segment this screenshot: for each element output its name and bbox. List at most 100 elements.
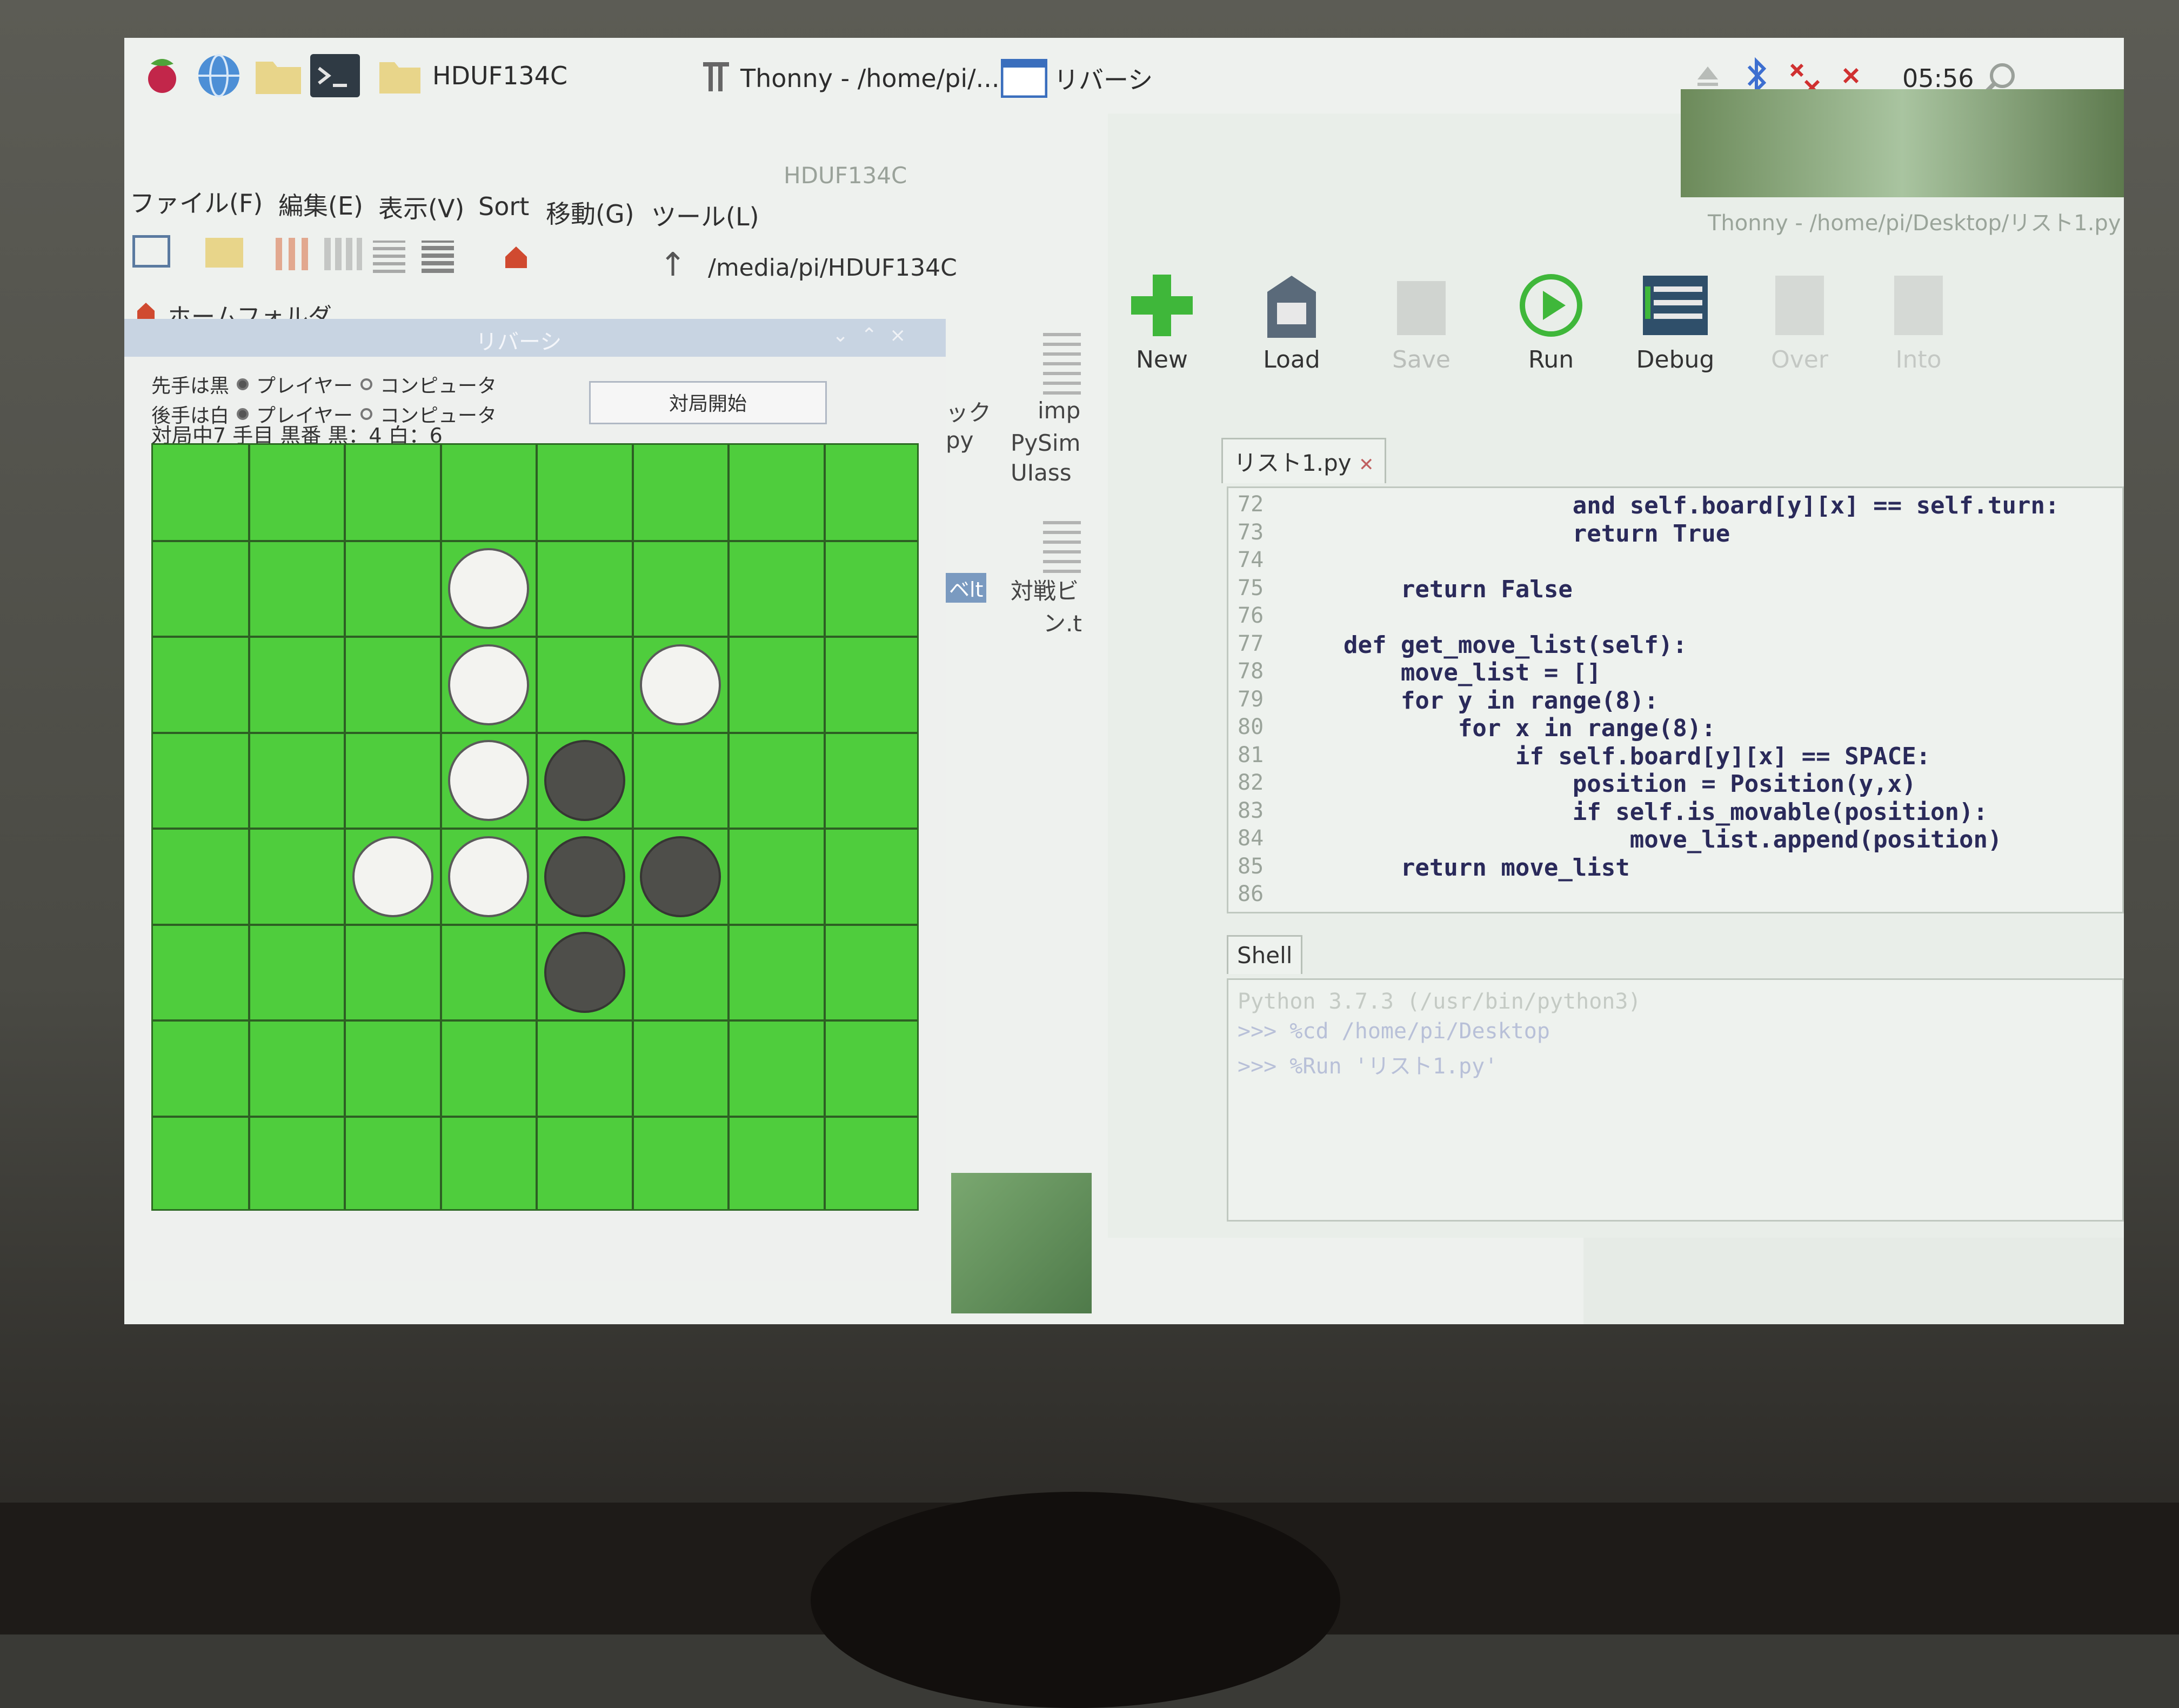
browser-globe-icon[interactable] xyxy=(195,51,243,100)
step-into-button[interactable]: Into xyxy=(1864,270,1973,373)
taskbar-reversi-window[interactable]: リバーシ xyxy=(1054,59,1153,97)
debug-button[interactable]: Debug xyxy=(1621,270,1729,373)
menu-go[interactable]: 移動(G) xyxy=(546,195,634,230)
code-line[interactable]: return move_list xyxy=(1286,854,1630,882)
view-icons-icon[interactable] xyxy=(276,238,313,270)
save-button[interactable]: Save xyxy=(1367,270,1475,373)
load-button[interactable]: Load xyxy=(1238,270,1346,373)
taskbar-folder-window[interactable]: HDUF134C xyxy=(432,57,567,95)
code-line[interactable]: position = Position(y,x) xyxy=(1286,770,1916,798)
file-manager-title: HDUF134C xyxy=(784,162,907,189)
thonny-window-icon xyxy=(697,54,735,97)
white-stone xyxy=(640,644,721,725)
save-icon xyxy=(1397,281,1446,335)
menu-tools[interactable]: ツール(L) xyxy=(651,197,759,233)
path-bar[interactable]: /media/pi/HDUF134C xyxy=(708,254,957,282)
home-icon[interactable] xyxy=(503,243,530,270)
code-line[interactable]: and self.board[y][x] == self.turn: xyxy=(1286,492,2060,519)
text-file-icon[interactable] xyxy=(1043,519,1081,573)
sidebar-home-icon xyxy=(135,300,157,322)
new-button[interactable]: New xyxy=(1108,270,1216,373)
thonny-title: Thonny - /home/pi/Desktop/リスト1.py xyxy=(1708,211,2121,236)
reversi-window-controls: ⌄ ⌃ × xyxy=(832,324,906,346)
menu-sort[interactable]: Sort xyxy=(478,192,529,221)
second-computer-radio[interactable] xyxy=(360,408,372,420)
second-player-radio[interactable] xyxy=(237,408,249,420)
shell-line: >>> %cd /home/pi/Desktop xyxy=(1238,1019,1550,1044)
code-line[interactable]: for x in range(8): xyxy=(1286,715,1716,742)
reversi-window-icon xyxy=(1000,57,1048,100)
menu-view[interactable]: 表示(V) xyxy=(378,189,464,225)
editor-tab[interactable]: リスト1.py ✕ xyxy=(1221,438,1387,483)
shell-panel[interactable] xyxy=(1227,978,2124,1222)
first-player-row: 先手は黒 プレイヤー コンピュータ xyxy=(151,370,497,398)
start-game-button[interactable]: 対局開始 xyxy=(589,381,827,424)
raspberry-menu-icon[interactable] xyxy=(141,54,184,97)
line-number: 74 xyxy=(1238,548,1264,572)
folder-open-icon xyxy=(1267,276,1316,338)
up-arrow-icon[interactable]: ↑ xyxy=(659,246,686,284)
wallpaper-corner xyxy=(1681,89,2124,197)
code-line[interactable]: if self.is_movable(position): xyxy=(1286,798,1988,826)
projected-screen: HDUF134C Thonny - /home/pi/... リバーシ 05:5… xyxy=(124,38,2124,1324)
file-label[interactable]: 対戦ビ xyxy=(1011,573,1079,606)
shell-tab[interactable]: Shell xyxy=(1227,935,1303,974)
menu-edit[interactable]: 編集(E) xyxy=(278,186,363,222)
code-line[interactable]: return False xyxy=(1286,576,1573,603)
file-label[interactable]: imp xyxy=(1038,397,1080,424)
eject-icon[interactable] xyxy=(1692,59,1724,92)
first-player-radio[interactable] xyxy=(237,378,249,390)
line-number: 78 xyxy=(1238,659,1264,684)
black-stone xyxy=(544,740,625,822)
grid-line xyxy=(439,445,442,1209)
text-file-icon[interactable] xyxy=(1043,330,1081,395)
line-number: 77 xyxy=(1238,631,1264,656)
file-label[interactable]: py xyxy=(946,427,974,453)
grid-line xyxy=(153,731,917,734)
step-over-button[interactable]: Over xyxy=(1746,270,1854,373)
new-window-icon[interactable] xyxy=(132,235,170,268)
code-line[interactable]: if self.board[y][x] == SPACE: xyxy=(1286,743,1930,770)
black-stone xyxy=(544,836,625,917)
minimize-icon[interactable]: ⌄ xyxy=(832,324,848,346)
first-computer-radio[interactable] xyxy=(360,378,372,390)
code-line[interactable]: move_list.append(position) xyxy=(1286,826,2002,853)
view-compact-icon[interactable] xyxy=(373,241,405,273)
tab-close-icon[interactable]: ✕ xyxy=(1359,454,1374,476)
code-line[interactable]: move_list = [] xyxy=(1286,659,1601,686)
code-line[interactable]: def get_move_list(self): xyxy=(1286,631,1687,659)
thonny-window: Thonny - /home/pi/Desktop/リスト1.py New Lo… xyxy=(1108,89,2124,1238)
terminal-icon[interactable] xyxy=(308,51,362,100)
grid-line xyxy=(823,445,826,1209)
first-player-label: 先手は黒 xyxy=(151,375,230,397)
grid-line xyxy=(248,445,250,1209)
close-icon[interactable]: × xyxy=(890,324,906,346)
shell-line: >>> %Run 'リスト1.py' xyxy=(1238,1054,1498,1079)
view-list-icon[interactable] xyxy=(422,241,454,273)
line-number: 85 xyxy=(1238,853,1264,879)
taskbar-thonny-window[interactable]: Thonny - /home/pi/... xyxy=(740,59,1000,97)
code-line[interactable]: return True xyxy=(1286,520,1730,548)
file-label[interactable]: ン.t xyxy=(1043,605,1082,638)
reversi-board[interactable] xyxy=(151,443,919,1211)
run-button[interactable]: Run xyxy=(1497,270,1605,373)
view-thumbnails-icon[interactable] xyxy=(324,238,362,270)
menu-file[interactable]: ファイル(F) xyxy=(130,184,263,219)
file-manager-icon[interactable] xyxy=(254,54,303,97)
grid-line xyxy=(153,636,917,638)
volume-muted-icon[interactable] xyxy=(1837,62,1864,89)
first-computer-option[interactable]: コンピュータ xyxy=(380,370,497,398)
file-label[interactable]: ック xyxy=(946,395,991,428)
file-label[interactable]: ベlt xyxy=(946,573,987,603)
shell-line: Python 3.7.3 (/usr/bin/python3) xyxy=(1238,989,1641,1014)
white-stone xyxy=(352,836,433,917)
first-player-option[interactable]: プレイヤー xyxy=(256,370,353,398)
line-number: 86 xyxy=(1238,882,1264,906)
code-line[interactable]: for y in range(8): xyxy=(1286,687,1659,715)
black-stone xyxy=(640,836,721,917)
file-label[interactable]: PySim xyxy=(1011,430,1080,456)
file-label[interactable]: UIass xyxy=(1011,459,1072,486)
line-number: 82 xyxy=(1238,770,1264,795)
maximize-icon[interactable]: ⌃ xyxy=(861,324,877,346)
new-folder-icon[interactable] xyxy=(205,238,243,268)
